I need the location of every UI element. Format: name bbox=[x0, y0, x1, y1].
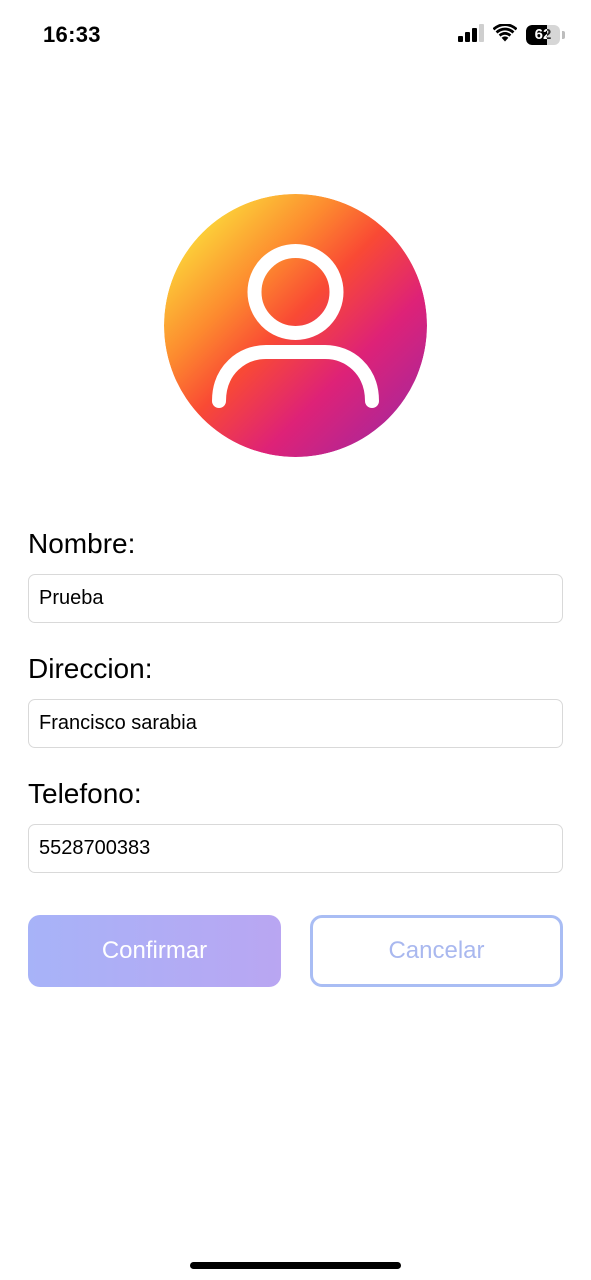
user-profile-icon bbox=[164, 194, 427, 457]
status-bar: 16:33 62 bbox=[0, 0, 591, 70]
contact-form: Nombre: Direccion: Telefono: bbox=[28, 520, 563, 895]
telefono-label: Telefono: bbox=[28, 778, 142, 809]
battery-cap bbox=[562, 31, 565, 39]
action-buttons: Confirmar Cancelar bbox=[28, 915, 563, 987]
status-time: 16:33 bbox=[43, 22, 101, 47]
battery-level-text: 62 bbox=[534, 26, 552, 43]
wifi-icon bbox=[492, 22, 518, 47]
telefono-group: Telefono: bbox=[28, 770, 563, 895]
avatar[interactable] bbox=[164, 194, 427, 457]
nombre-input[interactable] bbox=[28, 574, 563, 623]
status-icons: 62 bbox=[458, 22, 565, 47]
cellular-signal-icon bbox=[458, 23, 484, 47]
telefono-input[interactable] bbox=[28, 824, 563, 873]
direccion-input[interactable] bbox=[28, 699, 563, 748]
direccion-group: Direccion: bbox=[28, 645, 563, 770]
battery-icon: 62 bbox=[526, 25, 560, 45]
home-indicator[interactable] bbox=[190, 1262, 401, 1269]
nombre-group: Nombre: bbox=[28, 520, 563, 645]
cancel-button[interactable]: Cancelar bbox=[310, 915, 563, 987]
direccion-label: Direccion: bbox=[28, 653, 153, 684]
nombre-label: Nombre: bbox=[28, 528, 136, 559]
confirm-button[interactable]: Confirmar bbox=[28, 915, 281, 987]
